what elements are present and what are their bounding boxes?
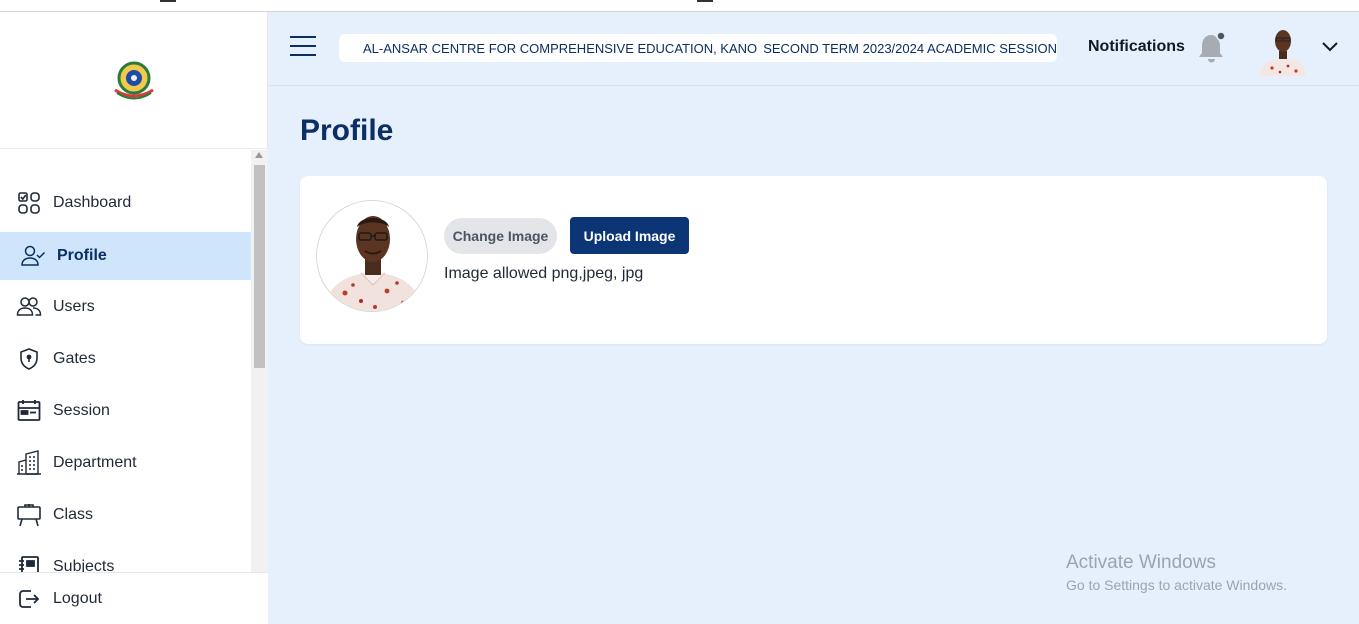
bell-icon[interactable] bbox=[1196, 30, 1228, 64]
sidebar-item-users[interactable]: Users bbox=[0, 283, 251, 331]
sidebar-item-label: Users bbox=[53, 298, 95, 315]
session-text: SECOND TERM 2023/2024 ACADEMIC SESSION bbox=[763, 40, 1057, 56]
notifications-label[interactable]: Notifications bbox=[1088, 38, 1185, 56]
logo-area bbox=[0, 12, 267, 149]
session-banner: AL-ANSAR CENTRE FOR COMPREHENSIVE EDUCAT… bbox=[339, 34, 1057, 62]
chevron-down-icon[interactable] bbox=[1321, 40, 1339, 54]
upload-image-button[interactable]: Upload Image bbox=[570, 217, 689, 254]
users-icon bbox=[16, 294, 42, 320]
sidebar-item-class[interactable]: Class bbox=[0, 491, 251, 539]
page-title: Profile bbox=[300, 114, 394, 147]
sidebar-nav: Dashboard Profile Users Gates Session De… bbox=[0, 150, 251, 572]
sidebar-item-gates[interactable]: Gates bbox=[0, 335, 251, 383]
sidebar-item-label: Profile bbox=[57, 247, 107, 264]
scrollbar-thumb[interactable] bbox=[254, 165, 265, 368]
sidebar-item-dashboard[interactable]: Dashboard bbox=[0, 179, 251, 227]
profile-image bbox=[316, 200, 428, 312]
logout-label: Logout bbox=[53, 589, 102, 607]
hamburger-menu-icon[interactable] bbox=[290, 36, 316, 58]
sidebar-item-subjects[interactable]: Subjects bbox=[0, 543, 251, 572]
sidebar-item-label: Class bbox=[53, 506, 94, 523]
school-logo bbox=[113, 61, 154, 100]
sidebar-scrollbar[interactable] bbox=[251, 150, 268, 572]
browser-top-strip bbox=[0, 0, 1359, 12]
windows-activation-watermark: Activate Windows Go to Settings to activ… bbox=[1066, 552, 1287, 593]
school-name: AL-ANSAR CENTRE FOR COMPREHENSIVE EDUCAT… bbox=[363, 40, 758, 56]
watermark-title: Activate Windows bbox=[1066, 552, 1216, 573]
sidebar-item-label: Subjects bbox=[53, 558, 115, 572]
sidebar: Dashboard Profile Users Gates Session De… bbox=[0, 12, 268, 624]
logout-button[interactable]: Logout bbox=[0, 572, 268, 624]
sidebar-item-label: Gates bbox=[53, 350, 96, 367]
user-check-icon bbox=[20, 243, 46, 269]
sidebar-item-session[interactable]: Session bbox=[0, 387, 251, 435]
sidebar-item-label: Dashboard bbox=[53, 194, 132, 211]
calendar-icon bbox=[16, 398, 42, 424]
image-allowed-hint: Image allowed png,jpeg, jpg bbox=[444, 265, 644, 282]
notebook-icon bbox=[16, 554, 42, 572]
sidebar-item-profile[interactable]: Profile bbox=[0, 232, 251, 280]
change-image-button[interactable]: Change Image bbox=[444, 218, 557, 254]
profile-card: Change Image Upload Image Image allowed … bbox=[300, 176, 1327, 344]
building-icon bbox=[16, 450, 42, 476]
sidebar-item-department[interactable]: Department bbox=[0, 439, 251, 487]
shield-icon bbox=[16, 346, 42, 372]
user-avatar[interactable] bbox=[1258, 24, 1308, 76]
scroll-up-arrow-icon[interactable] bbox=[255, 152, 263, 158]
top-header: AL-ANSAR CENTRE FOR COMPREHENSIVE EDUCAT… bbox=[268, 12, 1359, 86]
logout-icon bbox=[16, 586, 42, 612]
watermark-subtitle: Go to Settings to activate Windows. bbox=[1066, 577, 1287, 593]
easel-icon bbox=[16, 502, 42, 528]
sidebar-item-label: Department bbox=[53, 454, 137, 471]
dashboard-icon bbox=[16, 190, 42, 216]
sidebar-item-label: Session bbox=[53, 402, 110, 419]
